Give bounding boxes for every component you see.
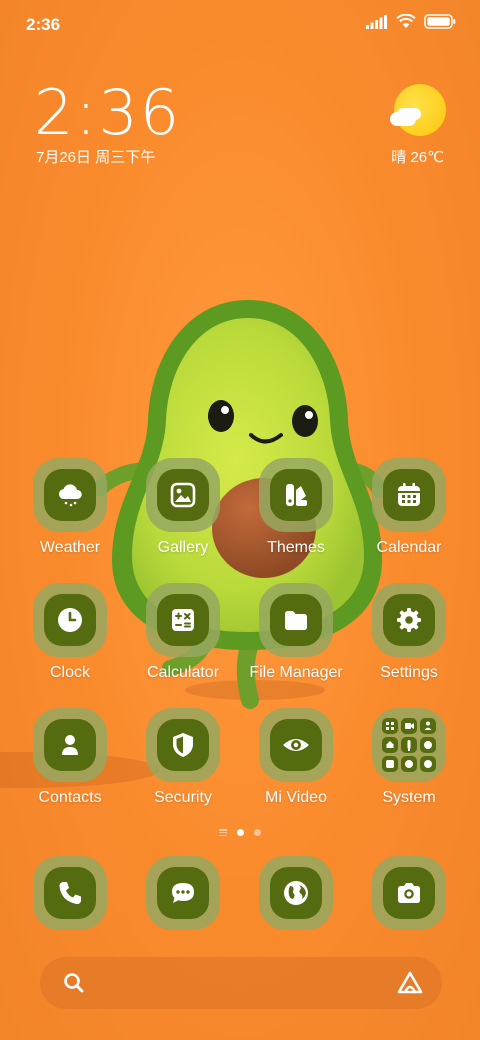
folder-grid-icon — [382, 718, 436, 772]
eye-icon — [283, 739, 309, 751]
app-settings[interactable]: Settings — [353, 583, 465, 682]
search-icon — [64, 973, 84, 993]
app-security[interactable]: Security — [127, 708, 239, 807]
app-mi-video[interactable]: Mi Video — [240, 708, 352, 807]
app-label: System — [382, 789, 436, 806]
page-indicator[interactable] — [0, 829, 480, 836]
app-label: File Manager — [249, 664, 343, 681]
folder-icon — [285, 611, 307, 630]
page-dot-1[interactable] — [237, 829, 244, 836]
app-label: Security — [154, 789, 212, 806]
contacts-icon — [62, 735, 78, 755]
clock-icon — [58, 608, 82, 632]
app-contacts[interactable]: Contacts — [14, 708, 126, 807]
app-label: Settings — [380, 664, 438, 681]
app-themes[interactable]: Themes — [240, 458, 352, 557]
app-weather[interactable]: Weather — [14, 458, 126, 557]
app-file-manager[interactable]: File Manager — [240, 583, 352, 682]
search-bar[interactable] — [40, 957, 442, 1009]
browser-icon — [284, 881, 308, 905]
app-calculator[interactable]: Calculator — [127, 583, 239, 682]
app-label: Themes — [267, 539, 325, 556]
calendar-icon — [398, 483, 420, 506]
app-label: Calendar — [376, 539, 442, 556]
dock-phone[interactable] — [14, 856, 126, 930]
app-clock[interactable]: Clock — [14, 583, 126, 682]
camera-icon — [398, 883, 420, 903]
shield-icon — [173, 733, 193, 757]
phone-icon — [59, 882, 81, 905]
app-label: Contacts — [38, 789, 102, 806]
folder-system[interactable]: System — [353, 708, 465, 807]
app-label: Clock — [49, 664, 90, 681]
weather-icon — [58, 484, 82, 507]
themes-icon — [286, 484, 307, 506]
calculator-icon — [172, 609, 194, 631]
gear-icon — [397, 608, 421, 632]
feed-page-icon[interactable] — [219, 829, 227, 836]
gallery-icon — [170, 482, 196, 508]
app-gallery[interactable]: Gallery — [127, 458, 239, 557]
dock-messages[interactable] — [127, 856, 239, 930]
dock-camera[interactable] — [353, 856, 465, 930]
dock-browser[interactable] — [240, 856, 352, 930]
app-label: Calculator — [146, 664, 220, 681]
app-label: Gallery — [157, 539, 209, 556]
app-calendar[interactable]: Calendar — [353, 458, 465, 557]
app-label: Mi Video — [265, 789, 327, 806]
assistant-icon[interactable] — [396, 970, 424, 996]
app-label: Weather — [39, 539, 101, 556]
page-dot-2[interactable] — [254, 829, 261, 836]
message-icon — [172, 883, 194, 903]
